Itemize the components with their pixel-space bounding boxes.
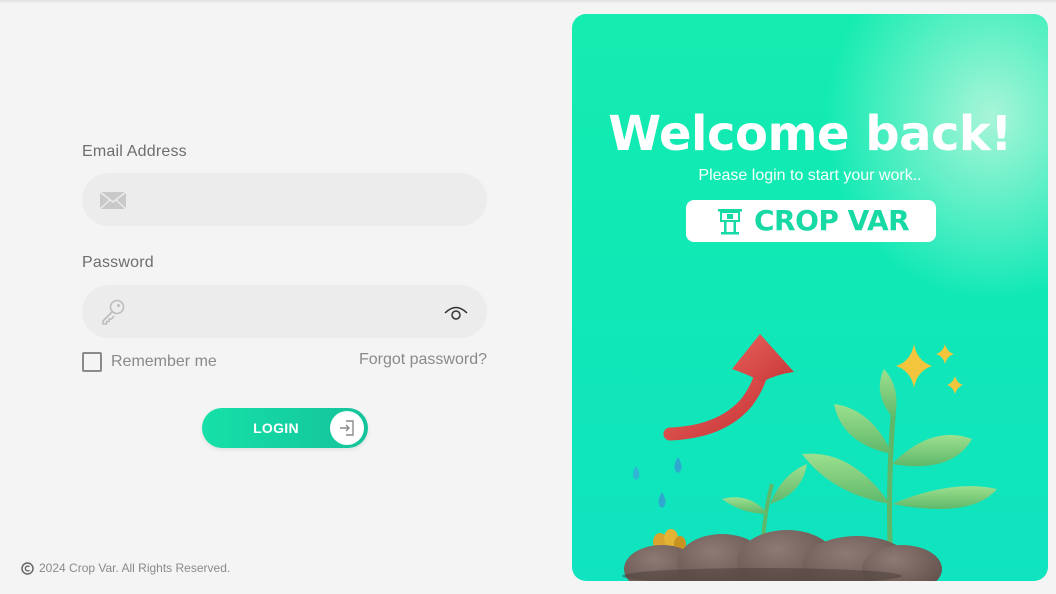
password-input[interactable]: [140, 285, 440, 338]
envelope-icon: [99, 191, 127, 210]
remember-me-checkbox[interactable]: [82, 352, 102, 372]
billboard-icon: [718, 209, 742, 235]
password-label: Password: [82, 254, 154, 271]
login-button[interactable]: LOGIN: [202, 408, 368, 448]
email-input[interactable]: [140, 173, 440, 226]
top-shadow: [0, 0, 1056, 4]
login-button-label: LOGIN: [253, 420, 299, 436]
welcome-subtitle: Please login to start your work..: [698, 167, 922, 184]
eye-icon[interactable]: [444, 303, 468, 321]
brand-badge: CROP VAR: [686, 200, 936, 242]
copyright-icon: [21, 561, 34, 575]
email-field[interactable]: [82, 173, 487, 226]
forgot-password-link[interactable]: Forgot password?: [350, 351, 487, 369]
remember-me-label[interactable]: Remember me: [111, 353, 217, 371]
brand-name: CROP VAR: [754, 204, 910, 237]
welcome-title: Welcome back!: [608, 106, 1012, 162]
footer-text: 2024 Crop Var. All Rights Reserved.: [39, 561, 231, 575]
login-icon-circle: [330, 411, 364, 445]
password-field[interactable]: [82, 285, 487, 338]
welcome-panel: Welcome back! Please login to start your…: [572, 14, 1048, 581]
footer: 2024 Crop Var. All Rights Reserved.: [21, 561, 230, 575]
login-arrow-icon: [340, 420, 354, 436]
growth-illustration: [622, 334, 997, 581]
email-label: Email Address: [82, 143, 187, 160]
key-icon: [102, 299, 125, 325]
